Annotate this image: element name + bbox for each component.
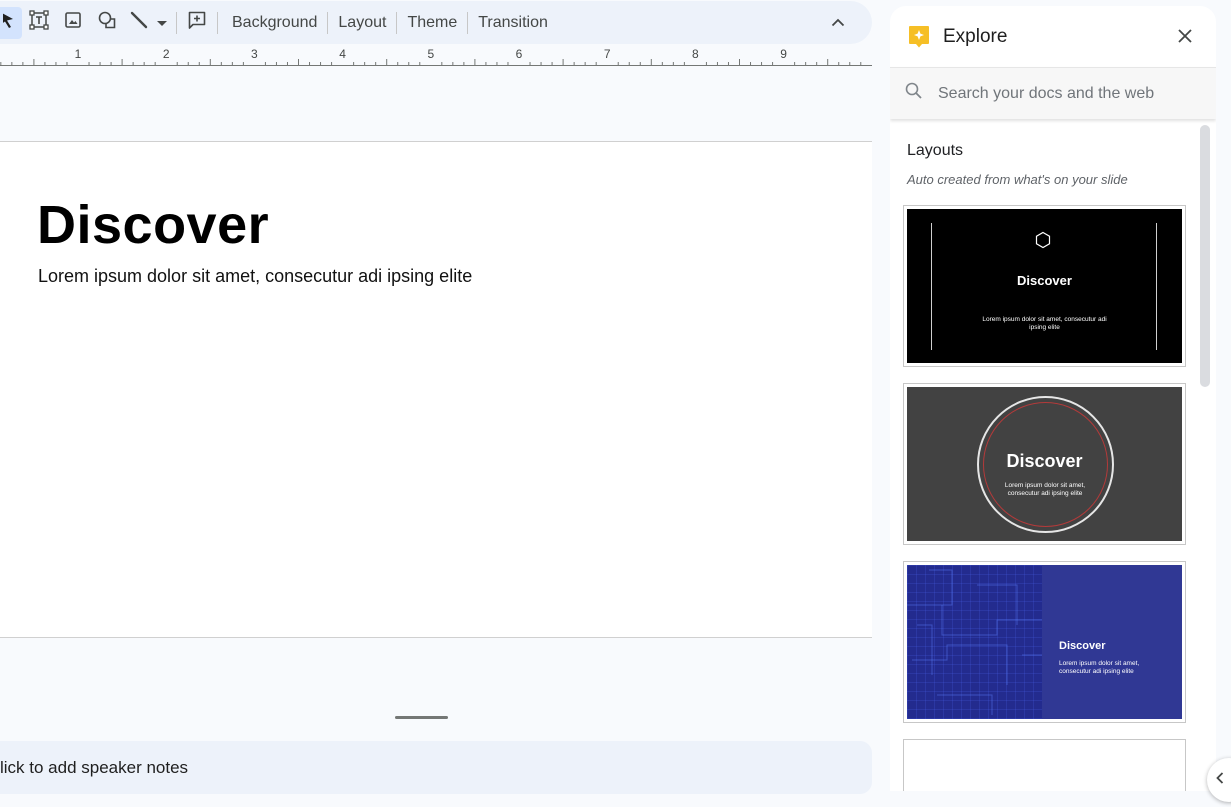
horizontal-ruler[interactable]: 1 2 3 4 5 6 7 8 9: [0, 44, 872, 66]
slide-subtitle[interactable]: Lorem ipsum dolor sit amet, consecutur a…: [38, 266, 472, 287]
speaker-notes[interactable]: lick to add speaker notes: [0, 741, 872, 794]
layout-preview-blue-grid: Discover Lorem ipsum dolor sit amet, con…: [907, 565, 1182, 719]
chevron-left-icon: [1216, 771, 1224, 789]
collapse-toolbar-button[interactable]: [822, 7, 854, 39]
theme-button[interactable]: Theme: [399, 7, 465, 39]
ruler-label: 4: [339, 47, 346, 61]
layout-subtitle: Lorem ipsum dolor sit amet, consecutur a…: [982, 316, 1107, 331]
toolbar-divider: [467, 11, 469, 34]
explore-search-bar: [890, 67, 1216, 119]
search-icon: [904, 81, 924, 106]
background-button[interactable]: Background: [224, 7, 325, 39]
image-tool-button[interactable]: [56, 7, 90, 39]
speaker-notes-placeholder: lick to add speaker notes: [0, 757, 189, 777]
ruler-label: 3: [251, 47, 258, 61]
slide-canvas-area: Discover Lorem ipsum dolor sit amet, con…: [0, 66, 872, 738]
slide[interactable]: Discover Lorem ipsum dolor sit amet, con…: [0, 141, 872, 638]
line-dropdown-button[interactable]: [154, 7, 170, 39]
line-tool-button[interactable]: [124, 7, 154, 39]
layouts-subheading: Auto created from what's on your slide: [907, 172, 1128, 187]
explore-scrollbar[interactable]: [1200, 125, 1210, 387]
layout-subtitle: Lorem ipsum dolor sit amet, consecutur a…: [1004, 482, 1086, 497]
layout-suggestion-card[interactable]: Discover Lorem ipsum dolor sit amet, con…: [903, 205, 1186, 367]
cursor-icon: [0, 11, 19, 34]
transition-button[interactable]: Transition: [470, 7, 556, 39]
layout-title: Discover: [1006, 451, 1083, 471]
ruler-label: 2: [162, 47, 170, 61]
toolbar-divider: [176, 11, 177, 34]
layouts-heading: Layouts: [907, 142, 964, 159]
explore-logo-icon: [908, 25, 930, 49]
toolbar-divider: [217, 11, 218, 34]
layout-title: Discover: [1059, 640, 1106, 652]
layout-suggestion-card[interactable]: Discover Lorem ipsum dolor sit amet, con…: [903, 383, 1186, 545]
toolbar-divider: [327, 11, 329, 34]
explore-title: Explore: [943, 25, 1008, 47]
layout-button[interactable]: Layout: [330, 7, 394, 39]
explore-header: Explore: [890, 6, 1216, 67]
panel-bottom-edge: [890, 791, 1231, 807]
add-comment-button[interactable]: [183, 7, 211, 39]
shape-icon: [97, 10, 117, 35]
toolbar: Background Layout Theme Transition: [0, 1, 872, 44]
add-comment-icon: [187, 10, 207, 35]
explore-results: Layouts Auto created from what's on your…: [890, 121, 1216, 807]
ruler-label: 6: [515, 47, 523, 61]
ruler-label: 7: [603, 47, 611, 61]
line-icon: [129, 10, 149, 35]
layout-preview-black-hexagon: Discover Lorem ipsum dolor sit amet, con…: [907, 209, 1182, 363]
layout-suggestion-card[interactable]: Discover Lorem ipsum dolor sit amet, con…: [903, 561, 1186, 723]
layout-title: Discover: [1017, 273, 1072, 288]
explore-panel: Explore Layouts Auto created from what's…: [890, 6, 1216, 807]
toolbar-divider: [396, 11, 398, 34]
slides-editor: Background Layout Theme Transition 1 2 3 4 5…: [0, 0, 1231, 807]
ruler-label: 8: [692, 47, 699, 61]
chevron-up-icon: [831, 14, 845, 32]
explore-search-input[interactable]: [938, 84, 1198, 103]
image-icon: [63, 10, 83, 35]
slide-title[interactable]: Discover: [37, 194, 269, 256]
ruler-label: 1: [74, 47, 82, 61]
close-icon: [1178, 29, 1192, 43]
close-explore-button[interactable]: [1174, 25, 1196, 47]
select-tool-button[interactable]: [0, 6, 22, 39]
ruler-ticks: [0, 59, 862, 66]
hexagon-icon: [1034, 231, 1052, 254]
layout-subtitle: Lorem ipsum dolor sit amet, consecutur a…: [1059, 660, 1140, 675]
notes-resize-handle[interactable]: [395, 716, 448, 719]
layout-preview-gray-circle: Discover Lorem ipsum dolor sit amet, con…: [907, 387, 1182, 541]
textbox-tool-button[interactable]: [22, 7, 56, 39]
ruler-label: 5: [427, 47, 435, 61]
textbox-icon: [29, 10, 49, 35]
shape-tool-button[interactable]: [90, 7, 124, 39]
caret-down-icon: [157, 14, 167, 32]
circuit-pattern-image: [907, 565, 1042, 719]
ruler-label: 9: [780, 47, 787, 61]
